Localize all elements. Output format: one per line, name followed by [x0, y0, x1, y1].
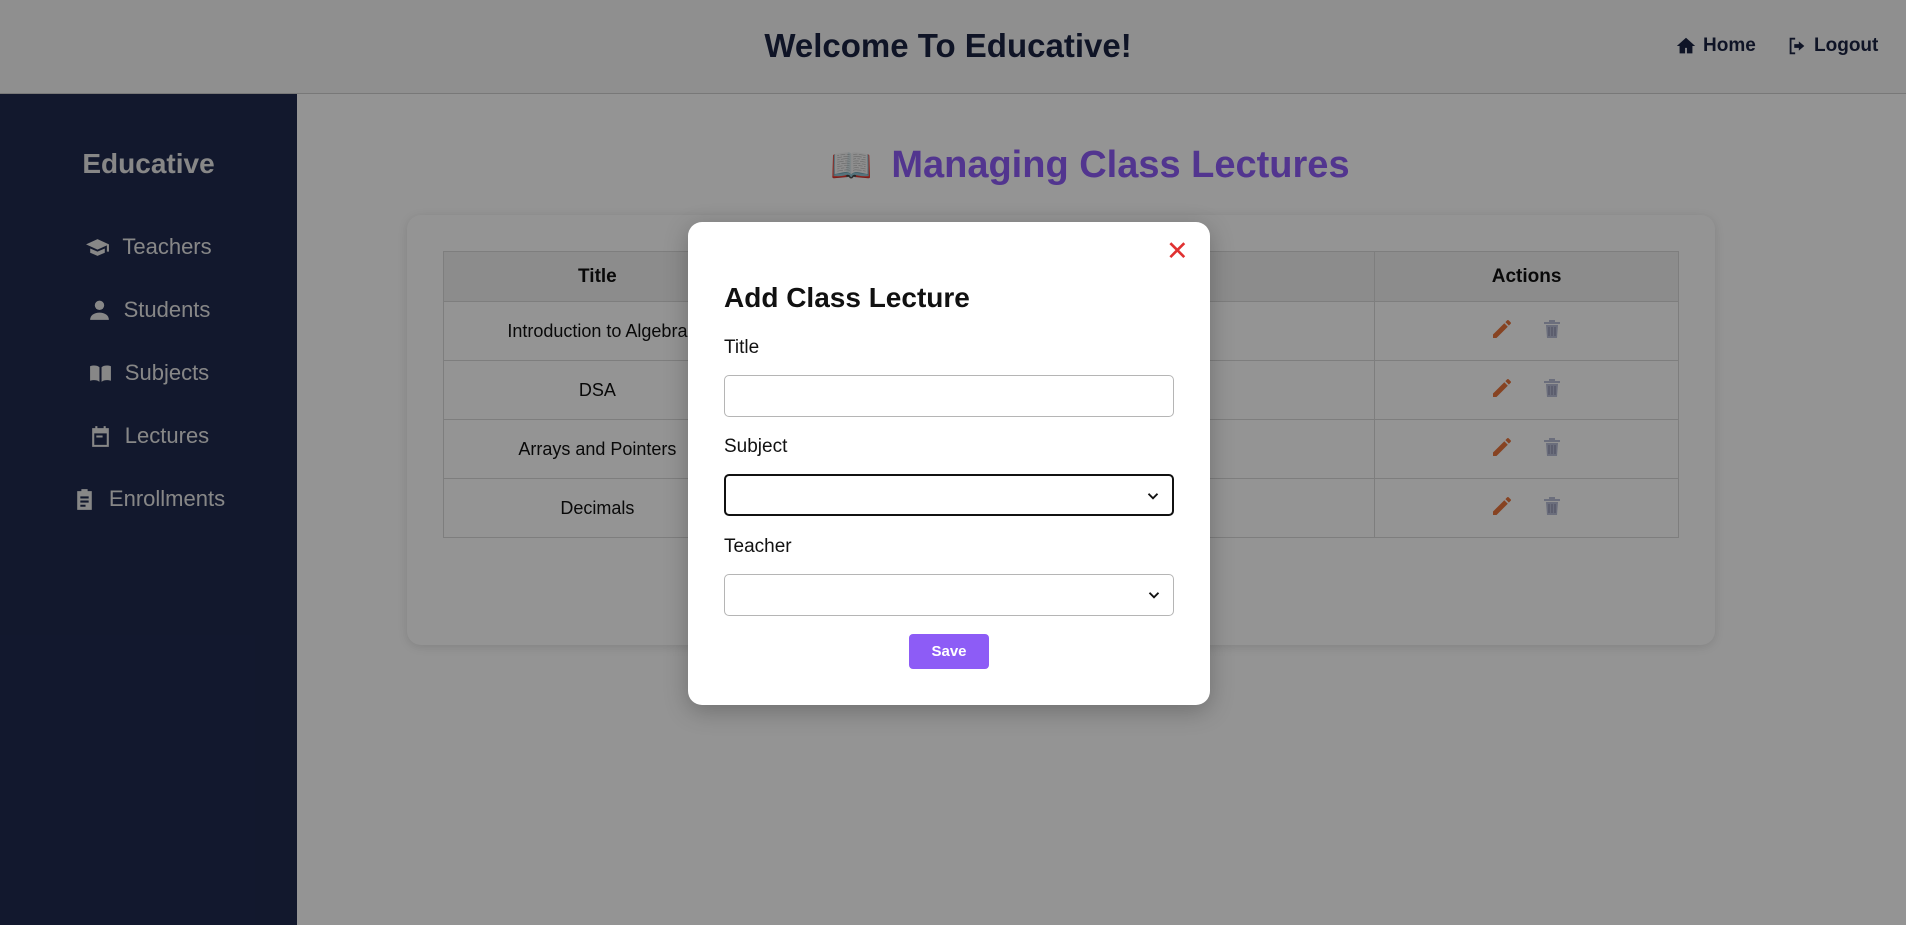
subject-select[interactable] — [724, 474, 1174, 516]
modal-title: Add Class Lecture — [724, 282, 970, 313]
teacher-select[interactable] — [724, 574, 1174, 616]
subject-field-label: Subject — [724, 436, 788, 457]
chevron-down-icon — [1148, 592, 1160, 599]
chevron-down-icon — [1147, 493, 1159, 500]
add-lecture-modal: ✕ Add Class Lecture Title Subject Teache… — [688, 222, 1210, 705]
teacher-field-label: Teacher — [724, 536, 792, 557]
save-button[interactable]: Save — [909, 634, 989, 669]
title-input[interactable] — [724, 375, 1174, 417]
title-field-label: Title — [724, 337, 760, 358]
close-icon[interactable]: ✕ — [1166, 238, 1189, 265]
